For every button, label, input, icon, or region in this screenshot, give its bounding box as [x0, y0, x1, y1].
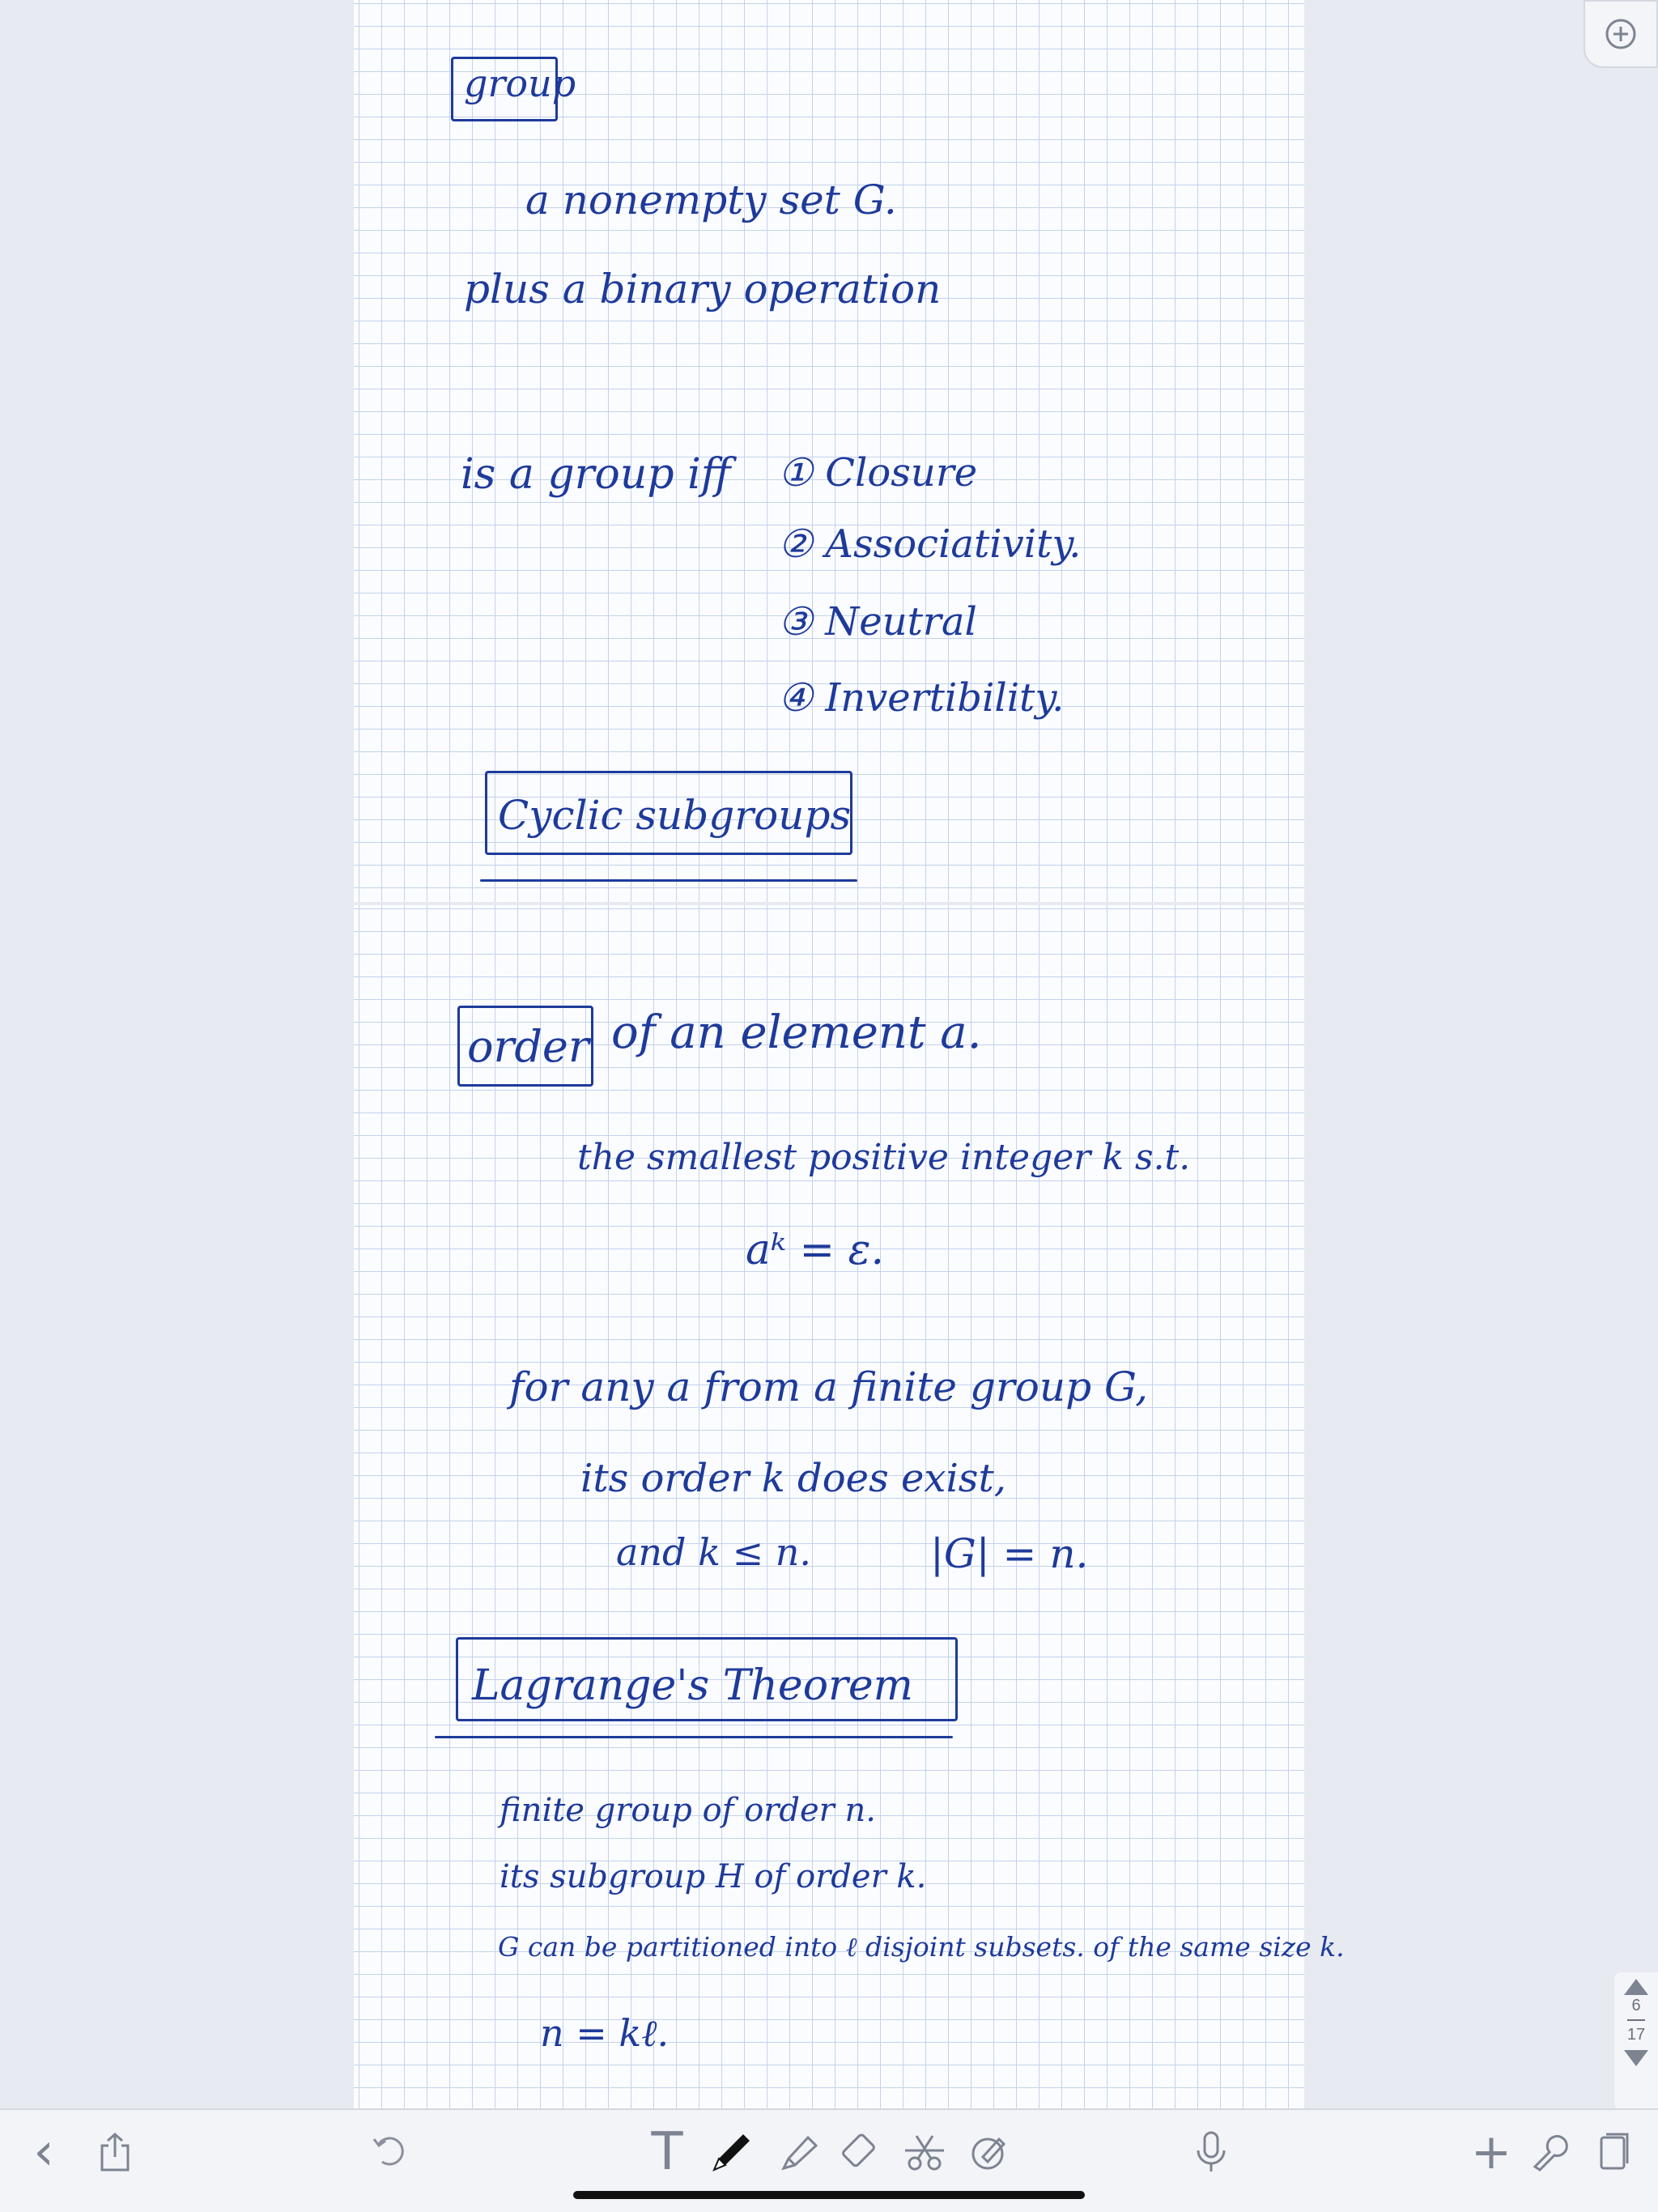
lagrange-line3: G can be partitioned into ℓ disjoint sub… [498, 1931, 1345, 1963]
group-iff: is a group iff [461, 450, 731, 499]
order-rest: of an element a. [611, 1006, 982, 1059]
total-page-count: 17 [1626, 2026, 1646, 2044]
lagrange-heading-underline [435, 1736, 953, 1738]
axiom-closure: ① Closure [778, 450, 978, 496]
undo-icon [372, 2137, 404, 2166]
add-page-button[interactable]: + [1465, 2126, 1517, 2178]
lagrange-line2: its subgroup H of order k. [500, 1858, 927, 1895]
finite-line1: for any a from a finite group G, [509, 1363, 1149, 1410]
text-tool-icon: T [651, 2122, 683, 2182]
axiom-invertibility: ④ Invertibility. [778, 675, 1065, 721]
eraser-icon [842, 2133, 875, 2167]
microphone-button[interactable] [1185, 2126, 1237, 2178]
wrench-icon [1533, 2135, 1568, 2172]
highlighter-tool-button[interactable] [774, 2126, 826, 2178]
order-equation: aᵏ = ε. [746, 1226, 885, 1274]
group-line1: a nonempty set G. [525, 177, 897, 223]
lasso-tool-button[interactable] [899, 2126, 950, 2178]
finite-line3: and k ≤ n. [616, 1530, 812, 1574]
current-page-number: 6 [1631, 1997, 1641, 2014]
shape-tool-icon [971, 2137, 1006, 2170]
scissors-icon [905, 2135, 944, 2171]
shape-tool-button[interactable] [963, 2126, 1015, 2178]
finite-line3b: |G| = n. [930, 1530, 1089, 1577]
finite-line2: its order k does exist, [580, 1456, 1006, 1501]
page-view-icon [1600, 2133, 1629, 2170]
settings-button[interactable] [1524, 2126, 1575, 2178]
eraser-tool-button[interactable] [835, 2126, 887, 2178]
home-indicator [573, 2191, 1085, 2199]
lagrange-line4: n = kℓ. [540, 2011, 670, 2055]
group-heading: group [464, 62, 576, 105]
back-chevron-icon: ‹ [33, 2122, 54, 2182]
lagrange-line1: finite group of order n. [500, 1792, 876, 1829]
add-icon: + [1470, 2124, 1512, 2180]
pen-icon [712, 2134, 750, 2172]
zoom-in-button[interactable] [1584, 0, 1658, 68]
cyclic-heading-underline [480, 879, 857, 882]
text-tool-button[interactable]: T [641, 2126, 693, 2178]
microphone-icon [1197, 2131, 1226, 2172]
undo-button[interactable] [363, 2126, 414, 2178]
page-number-divider [1627, 2019, 1645, 2021]
share-icon [100, 2132, 130, 2172]
previous-page-icon[interactable] [1624, 1979, 1648, 1995]
zoom-in-icon [1605, 19, 1636, 49]
cyclic-heading: Cyclic subgroups [498, 792, 852, 839]
order-heading: order [467, 1021, 589, 1072]
highlighter-icon [781, 2135, 818, 2171]
page-view-button[interactable] [1587, 2126, 1639, 2178]
group-line2: plus a binary operation [464, 266, 942, 313]
next-page-icon[interactable] [1624, 2050, 1648, 2066]
page-navigator[interactable]: 6 17 [1614, 1972, 1658, 2110]
axiom-associativity: ② Associativity. [778, 521, 1082, 567]
pen-tool-button[interactable] [706, 2126, 758, 2178]
notebook-page-bottom[interactable]: order of an element a. the smallest posi… [354, 905, 1345, 2108]
axiom-neutral: ③ Neutral [778, 599, 977, 644]
order-definition: the smallest positive integer k s.t. [577, 1137, 1191, 1178]
notebook-page-top[interactable]: group a nonempty set G. plus a binary op… [354, 0, 1304, 902]
back-button[interactable]: ‹ [18, 2126, 70, 2178]
lagrange-heading: Lagrange's Theorem [472, 1661, 913, 1710]
share-button[interactable] [89, 2126, 141, 2178]
